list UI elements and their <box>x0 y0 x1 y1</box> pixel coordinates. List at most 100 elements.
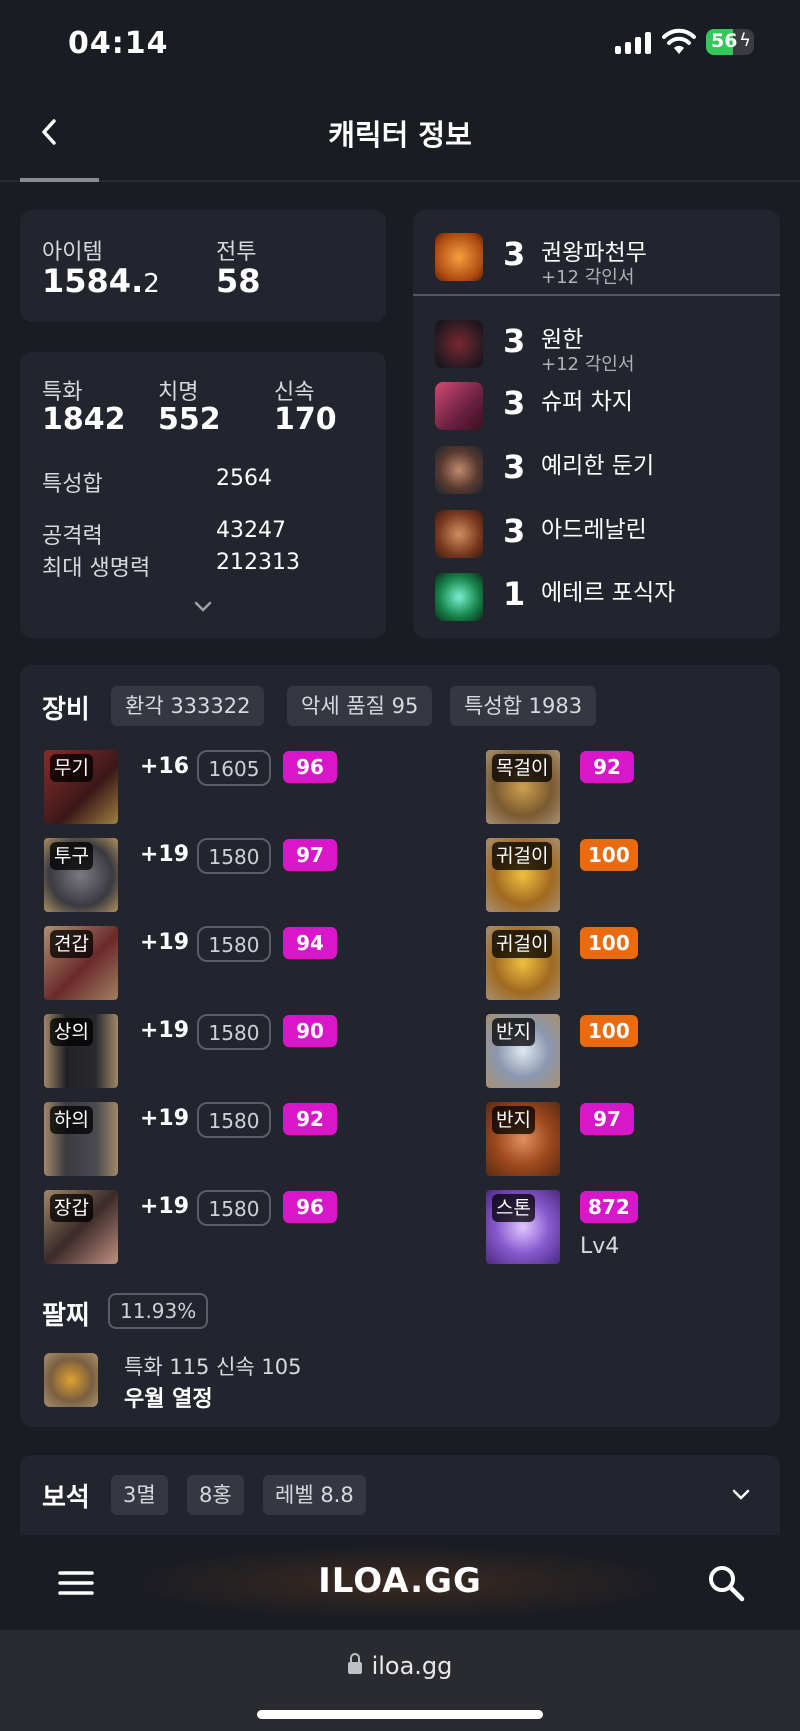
accessory-stone[interactable]: 스톤 872 Lv4 <box>486 1190 756 1266</box>
item-level-badge: 1580 <box>197 838 271 874</box>
engraving-row[interactable]: 3 슈퍼 차지 <box>413 376 780 436</box>
upgrade-level: +19 <box>140 930 190 955</box>
quality-badge: 97 <box>580 1103 634 1135</box>
engraving-row[interactable]: 1 에테르 포식자 <box>413 567 780 627</box>
bracelet-title: 팔찌 <box>42 1301 90 1331</box>
quality-badge: 94 <box>283 927 337 959</box>
engraving-row[interactable]: 3 권왕파천무 +12 각인서 <box>413 227 780 288</box>
bracelet-icon[interactable] <box>44 1353 98 1407</box>
engraving-row[interactable]: 3 원한 +12 각인서 <box>413 314 780 375</box>
slot-label: 귀걸이 <box>492 930 553 958</box>
ether-icon <box>435 573 483 621</box>
item-level-badge: 1580 <box>197 1190 271 1226</box>
accessory-quality-chip: 악세 품질 95 <box>287 686 433 726</box>
stat-sum-chip: 특성합 1983 <box>450 686 597 726</box>
engraving-row[interactable]: 3 예리한 둔기 <box>413 440 780 500</box>
accessory-ring-2[interactable]: 반지 97 <box>486 1102 756 1178</box>
gem-chip: 레벨 8.8 <box>263 1475 366 1515</box>
engraving-level: 3 <box>503 512 526 550</box>
accessory-earring-1[interactable]: 귀걸이 100 <box>486 838 756 914</box>
elixir-chip: 환각 333322 <box>111 686 265 726</box>
bracelet-stats: 특화 115 신속 105 <box>124 1355 302 1379</box>
expand-stats-chevron-icon[interactable] <box>192 600 214 614</box>
swift-value: 170 <box>274 402 337 437</box>
quality-badge: 872 <box>580 1191 638 1223</box>
quality-badge: 97 <box>283 839 337 871</box>
status-bar: 04:14 56 ϟ <box>0 0 800 90</box>
upgrade-level: +19 <box>140 1106 190 1131</box>
bracelet-effects: 우월 열정 <box>124 1387 213 1412</box>
engraving-level: 3 <box>503 448 526 486</box>
gear-gloves[interactable]: 장갑 +19 1580 96 <box>44 1190 424 1266</box>
engraving-book: +12 각인서 <box>541 354 635 375</box>
item-level-card: 아이템 1584.2 전투 58 <box>20 210 386 322</box>
gems-title: 보석 <box>42 1483 90 1513</box>
url-display[interactable]: iloa.gg <box>0 1652 800 1680</box>
item-level-value: 1584.2 <box>42 262 160 300</box>
max-hp-label: 최대 생명력 <box>42 556 151 581</box>
engraving-name: 예리한 둔기 <box>541 453 655 479</box>
adrenaline-icon <box>435 510 483 558</box>
slot-label: 장갑 <box>50 1194 93 1222</box>
stats-card: 특화 1842 치명 552 신속 170 특성합 2564 공격력 43247… <box>20 352 386 638</box>
engraving-name: 슈퍼 차지 <box>541 389 633 415</box>
browser-url-bar[interactable]: iloa.gg <box>0 1630 800 1731</box>
item-level-badge: 1580 <box>197 926 271 962</box>
home-indicator[interactable] <box>257 1710 543 1719</box>
gear-helmet[interactable]: 투구 +19 1580 97 <box>44 838 424 914</box>
gear-weapon[interactable]: 무기 +16 1605 96 <box>44 750 424 826</box>
app-header: 캐릭터 정보 <box>0 90 800 182</box>
engraving-row[interactable]: 3 아드레날린 <box>413 504 780 564</box>
quality-badge: 92 <box>283 1103 337 1135</box>
engraving-name: 권왕파천무 <box>541 240 647 266</box>
engraving-divider <box>413 294 780 296</box>
search-icon[interactable] <box>704 1561 748 1605</box>
gem-chip: 8홍 <box>187 1475 244 1515</box>
attack-label: 공격력 <box>42 524 103 549</box>
slot-label: 투구 <box>50 842 93 870</box>
quality-badge: 100 <box>580 839 638 871</box>
scroll-indicator <box>20 178 99 182</box>
battery-icon: 56 ϟ <box>706 29 754 55</box>
engraving-book: +12 각인서 <box>541 267 635 288</box>
gem-chip: 3멸 <box>111 1475 168 1515</box>
slot-label: 목걸이 <box>492 754 553 782</box>
expand-gems-chevron-icon[interactable] <box>730 1488 752 1502</box>
bottom-nav: ILOA.GG <box>0 1535 800 1630</box>
gear-pants[interactable]: 하의 +19 1580 92 <box>44 1102 424 1178</box>
crit-value: 552 <box>158 402 221 437</box>
item-level-badge: 1605 <box>197 750 271 786</box>
lock-icon <box>347 1653 362 1674</box>
quality-badge: 90 <box>283 1015 337 1047</box>
engraving-name: 아드레날린 <box>541 517 647 543</box>
engravings-card: 3 권왕파천무 +12 각인서 3 원한 +12 각인서 3 슈퍼 차지 3 예… <box>413 210 780 638</box>
quality-badge: 96 <box>283 751 337 783</box>
site-logo[interactable]: ILOA.GG <box>0 1561 800 1601</box>
mace-icon <box>435 446 483 494</box>
slot-label: 반지 <box>492 1018 535 1046</box>
charge-icon <box>435 382 483 430</box>
engraving-name: 에테르 포식자 <box>541 580 676 606</box>
demon-icon <box>435 320 483 368</box>
quality-badge: 92 <box>580 751 634 783</box>
gear-shoulder[interactable]: 견갑 +19 1580 94 <box>44 926 424 1002</box>
engraving-name: 원한 <box>541 327 584 353</box>
slot-label: 귀걸이 <box>492 842 553 870</box>
flame-fist-icon <box>435 233 483 281</box>
engraving-level: 3 <box>503 384 526 422</box>
upgrade-level: +19 <box>140 1194 190 1219</box>
bracelet-percent-badge: 11.93% <box>108 1293 209 1329</box>
quality-badge: 100 <box>580 1015 638 1047</box>
equipment-card: 장비 환각 333322 악세 품질 95 특성합 1983 무기 +16 16… <box>20 665 780 1427</box>
url-text: iloa.gg <box>371 1652 453 1680</box>
slot-label: 하의 <box>50 1106 93 1134</box>
item-level-badge: 1580 <box>197 1102 271 1138</box>
gear-chest[interactable]: 상의 +19 1580 90 <box>44 1014 424 1090</box>
accessory-ring-1[interactable]: 반지 100 <box>486 1014 756 1090</box>
quality-badge: 100 <box>580 927 638 959</box>
stone-level: Lv4 <box>580 1234 620 1259</box>
gems-card[interactable]: 보석 3멸 8홍 레벨 8.8 <box>20 1455 780 1535</box>
accessory-earring-2[interactable]: 귀걸이 100 <box>486 926 756 1002</box>
accessory-necklace[interactable]: 목걸이 92 <box>486 750 756 826</box>
item-level-badge: 1580 <box>197 1014 271 1050</box>
